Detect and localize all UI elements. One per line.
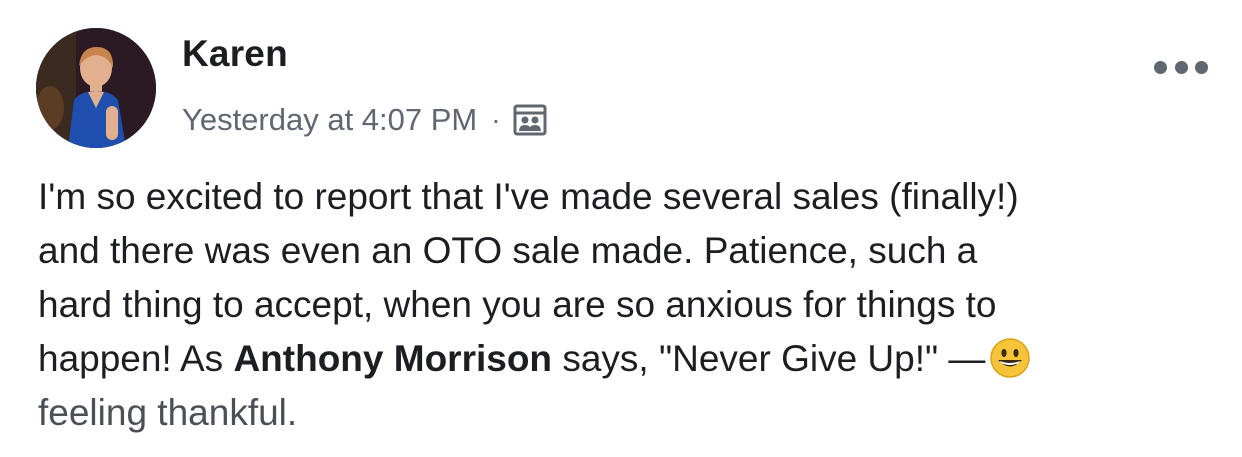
feeling-activity[interactable]: feeling thankful.: [38, 386, 1218, 440]
meta-separator: ·: [491, 104, 501, 135]
post-body-text: says, "Never Give Up!" —: [552, 338, 986, 379]
feed-post: Karen Yesterday at 4:07 PM · I'm so exci…: [0, 0, 1242, 457]
author-name[interactable]: Karen: [182, 33, 288, 75]
friends-audience-icon[interactable]: [513, 103, 547, 137]
mention-link[interactable]: Anthony Morrison: [233, 338, 552, 379]
post-timestamp[interactable]: Yesterday at 4:07 PM: [182, 102, 477, 138]
post-meta: Yesterday at 4:07 PM ·: [182, 100, 547, 140]
post-body-line: I'm so excited to report that I've made …: [38, 176, 1019, 217]
post-body-text: happen! As: [38, 338, 234, 379]
post-body: I'm so excited to report that I've made …: [38, 170, 1218, 440]
post-body-line: happen! As Anthony Morrison says, "Never…: [38, 332, 1218, 386]
post-body-line: hard thing to accept, when you are so an…: [38, 284, 997, 325]
author-avatar[interactable]: [36, 28, 156, 148]
grinning-face-emoji: [989, 337, 1031, 379]
more-options-button[interactable]: [1154, 52, 1208, 82]
more-options-icon: [1154, 60, 1167, 74]
post-body-line: and there was even an OTO sale made. Pat…: [38, 230, 978, 271]
avatar-photo: [36, 28, 156, 148]
